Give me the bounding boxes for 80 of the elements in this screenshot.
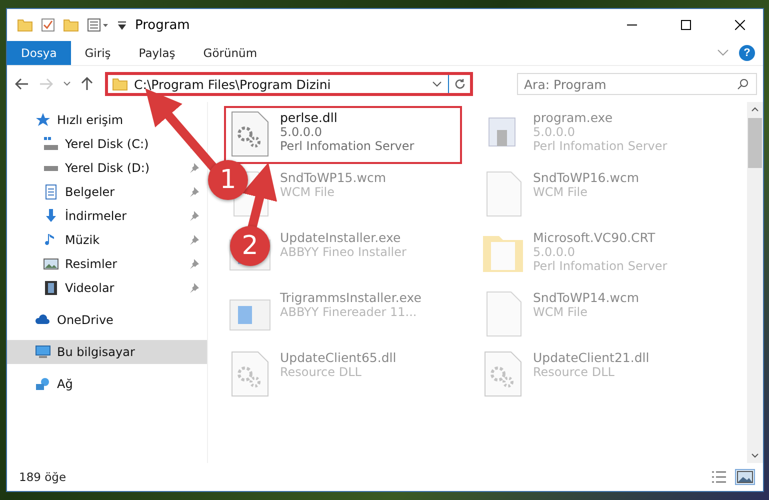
computer-icon [35, 344, 51, 360]
download-icon [43, 208, 59, 224]
caret-icon[interactable] [117, 20, 127, 30]
star-icon [35, 112, 51, 128]
file-detail: Perl Infomation Server [533, 259, 668, 273]
drive-icon [43, 136, 59, 152]
file-detail: 5.0.0.0 [280, 125, 323, 139]
pin-icon[interactable] [189, 163, 199, 173]
ribbon-tab[interactable]: Görünüm [189, 41, 272, 65]
folder-icon [17, 17, 33, 33]
file-name[interactable]: SndToWP14.wcm [533, 290, 639, 305]
file-name[interactable]: TrigrammsInstaller.exe [280, 290, 422, 305]
sidebar-item[interactable]: Yerel Disk (D:) [7, 156, 207, 180]
drive-icon [43, 166, 59, 170]
film-icon [43, 280, 59, 296]
file-detail: WCM File [533, 305, 588, 319]
up-button[interactable] [79, 75, 95, 93]
scroll-down-icon[interactable] [751, 453, 759, 459]
file-detail: Resource DLL [280, 365, 362, 379]
maximize-icon [681, 20, 691, 30]
ribbon-tab[interactable]: Dosya [7, 41, 71, 65]
chevron-down-icon[interactable] [432, 81, 442, 87]
help-button[interactable]: ? [739, 45, 755, 61]
file-name[interactable]: perlse.dll [280, 110, 414, 125]
address-field[interactable]: C:\Program Files\Program Dizini [105, 72, 473, 96]
file-name[interactable]: Microsoft.VC90.CRT [533, 230, 668, 245]
file-name[interactable]: SndToWP15.wcm [280, 170, 386, 185]
sidebar-item[interactable]: Bu bilgisayar [7, 340, 207, 364]
ribbon-tab[interactable]: Giriş [70, 41, 125, 65]
picture-icon [43, 256, 59, 272]
file-detail: WCM File [280, 185, 336, 199]
back-button[interactable] [13, 76, 31, 92]
file-name[interactable]: program.exe [533, 110, 668, 125]
file-detail: Perl Infomation Server [533, 139, 668, 153]
folder-icon [112, 76, 128, 92]
file-name[interactable]: UpdateClient65.dll [280, 350, 396, 365]
refresh-icon [454, 78, 466, 90]
file-detail: ABBYY Finereader 11... [280, 305, 418, 319]
file-detail: 5.0.0.0 [533, 245, 576, 259]
checkmark-icon[interactable] [41, 18, 55, 32]
sidebar-item[interactable]: Resimler [7, 252, 207, 276]
caret-icon [63, 81, 71, 87]
file-detail: WCM File [533, 185, 588, 199]
scrollbar[interactable] [747, 102, 763, 463]
sidebar-item[interactable]: Ağ [7, 372, 207, 396]
properties-icon[interactable] [87, 18, 109, 32]
sidebar-item[interactable]: Hızlı erişim [7, 108, 207, 132]
file-detail: Resource DLL [533, 365, 616, 379]
sidebar-item[interactable]: Müzik [7, 228, 207, 252]
search-field[interactable]: Ara: Program [517, 73, 757, 95]
item-count: 189 öğe [19, 470, 68, 484]
ribbon-tab[interactable]: Paylaş [124, 41, 190, 65]
pin-icon[interactable] [189, 235, 199, 245]
up-arrow-icon [81, 77, 93, 91]
window-title: Program [135, 18, 191, 32]
scroll-up-icon[interactable] [751, 106, 759, 112]
document-icon [43, 184, 59, 200]
pin-icon[interactable] [189, 259, 199, 269]
scroll-thumb[interactable] [748, 118, 762, 168]
pin-icon[interactable] [189, 283, 199, 293]
sidebar-item[interactable]: İndirmeler [7, 204, 207, 228]
file-name[interactable]: UpdateClient21.dll [533, 350, 650, 365]
details-view-button[interactable] [709, 469, 729, 485]
sidebar-item[interactable]: OneDrive [7, 308, 207, 332]
search-icon [737, 78, 749, 90]
pin-icon[interactable] [189, 187, 199, 197]
sidebar-item[interactable]: Belgeler [7, 180, 207, 204]
large-icons-view-button[interactable] [735, 469, 755, 485]
new-folder-icon [63, 17, 79, 33]
pin-icon[interactable] [189, 211, 199, 221]
close-icon [735, 20, 745, 30]
file-name[interactable]: UpdateInstaller.exe [280, 230, 406, 245]
file-name[interactable]: SndToWP16.wcm [533, 170, 639, 185]
file-detail: Perl Infomation Server [280, 139, 414, 153]
file-detail: 5.0.0.0 [533, 125, 576, 139]
network-icon [35, 376, 51, 392]
file-detail: ABBYY Fineo Installer [280, 245, 406, 259]
back-arrow-icon [15, 78, 29, 90]
forward-arrow-icon [39, 78, 53, 90]
sidebar-item[interactable]: Videolar [7, 276, 207, 300]
